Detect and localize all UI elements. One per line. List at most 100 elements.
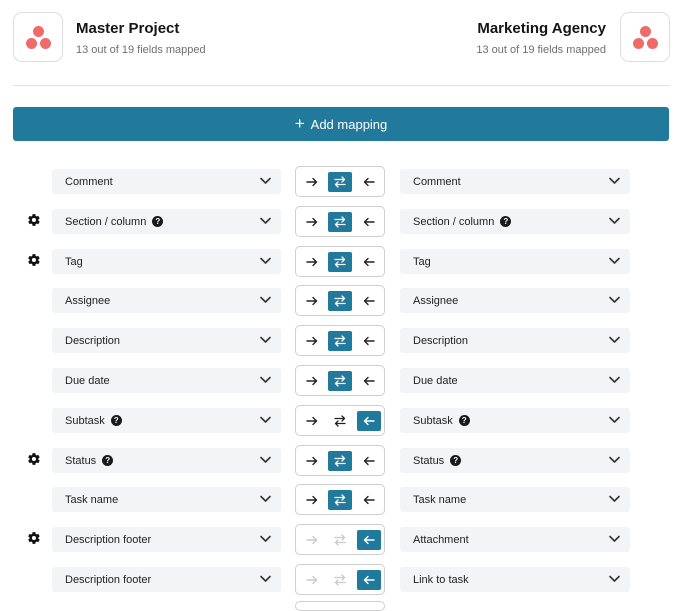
sync-left-to-right-button[interactable] [300, 212, 324, 232]
sync-direction-toggle [295, 246, 385, 277]
sync-right-to-left-button[interactable] [357, 451, 381, 471]
chevron-down-icon [609, 296, 620, 303]
source-field-select[interactable]: Tag [52, 249, 281, 274]
mapping-row: Description footer Attachment [0, 524, 683, 555]
sync-both-ways-button[interactable] [328, 252, 352, 272]
sync-left-to-right-button[interactable] [300, 411, 324, 431]
target-field-select[interactable]: Comment [400, 169, 630, 194]
source-field-select[interactable]: Status? [52, 448, 281, 473]
help-icon[interactable]: ? [102, 455, 114, 466]
target-field-select[interactable]: Status? [400, 448, 630, 473]
sync-left-to-right-button[interactable] [300, 451, 324, 471]
gear-icon[interactable] [27, 253, 41, 267]
target-field-select[interactable]: Link to task [400, 567, 630, 592]
sync-direction-toggle [295, 365, 385, 396]
target-field-select[interactable]: Task name [400, 487, 630, 512]
chevron-down-icon [609, 257, 620, 264]
source-field-label: Status [65, 454, 97, 467]
sync-both-ways-button[interactable] [328, 570, 352, 590]
target-field-label: Task name [413, 493, 467, 506]
chevron-down-icon [260, 376, 271, 383]
target-field-select[interactable]: Attachment [400, 527, 630, 552]
source-field-label: Subtask [65, 414, 105, 427]
sync-both-ways-button[interactable] [328, 411, 352, 431]
sync-both-ways-button[interactable] [328, 451, 352, 471]
add-mapping-button[interactable]: + Add mapping [13, 107, 669, 141]
sync-right-to-left-button[interactable] [357, 252, 381, 272]
sync-both-ways-button[interactable] [328, 530, 352, 550]
sync-both-ways-button[interactable] [328, 371, 352, 391]
target-field-label: Section / column [413, 215, 495, 228]
chevron-down-icon [609, 495, 620, 502]
gear-icon[interactable] [27, 213, 41, 227]
help-icon[interactable]: ? [450, 455, 462, 466]
target-project-title: Marketing Agency [477, 20, 606, 37]
source-field-select[interactable]: Subtask? [52, 408, 281, 433]
chevron-down-icon [609, 416, 620, 423]
sync-right-to-left-button[interactable] [357, 371, 381, 391]
sync-right-to-left-button[interactable] [357, 530, 381, 550]
source-field-select[interactable]: Task name [52, 487, 281, 512]
sync-both-ways-button[interactable] [328, 172, 352, 192]
sync-right-to-left-button[interactable] [357, 212, 381, 232]
target-field-select[interactable]: Due date [400, 368, 630, 393]
mapping-row: Assignee Assignee [0, 285, 683, 316]
source-field-select[interactable]: Assignee [52, 288, 281, 313]
target-field-label: Assignee [413, 294, 459, 307]
header: Master Project 13 out of 19 fields mappe… [0, 0, 683, 86]
sync-both-ways-button[interactable] [328, 490, 352, 510]
sync-right-to-left-button[interactable] [357, 570, 381, 590]
source-fields-mapped: 13 out of 19 fields mapped [76, 44, 206, 56]
sync-left-to-right-button[interactable] [300, 570, 324, 590]
chevron-down-icon [260, 177, 271, 184]
target-field-select[interactable]: Description [400, 328, 630, 353]
gear-icon[interactable] [27, 531, 41, 545]
chevron-down-icon [609, 217, 620, 224]
sync-left-to-right-button[interactable] [300, 291, 324, 311]
sync-left-to-right-button[interactable] [300, 252, 324, 272]
help-icon[interactable]: ? [500, 216, 512, 227]
source-field-select[interactable]: Due date [52, 368, 281, 393]
sync-left-to-right-button[interactable] [300, 331, 324, 351]
sync-both-ways-button[interactable] [328, 212, 352, 232]
source-field-select[interactable]: Description [52, 328, 281, 353]
source-field-select[interactable]: Description footer [52, 527, 281, 552]
target-field-select[interactable]: Section / column? [400, 209, 630, 234]
target-field-label: Due date [413, 374, 458, 387]
mapping-row: Description footer Link to task [0, 564, 683, 595]
target-field-select[interactable]: Tag [400, 249, 630, 274]
sync-both-ways-button[interactable] [328, 291, 352, 311]
sync-left-to-right-button[interactable] [300, 172, 324, 192]
source-project-title: Master Project [76, 20, 180, 37]
sync-left-to-right-button[interactable] [300, 530, 324, 550]
help-icon[interactable]: ? [458, 415, 470, 426]
sync-direction-toggle [295, 285, 385, 316]
source-field-label: Tag [65, 255, 83, 268]
target-field-select[interactable]: Assignee [400, 288, 630, 313]
sync-right-to-left-button[interactable] [357, 172, 381, 192]
sync-right-to-left-button[interactable] [357, 331, 381, 351]
sync-right-to-left-button[interactable] [357, 490, 381, 510]
sync-direction-toggle [295, 445, 385, 476]
sync-left-to-right-button[interactable] [300, 371, 324, 391]
sync-right-to-left-button[interactable] [357, 291, 381, 311]
source-field-label: Description [65, 334, 121, 347]
sync-right-to-left-button[interactable] [357, 411, 381, 431]
chevron-down-icon [260, 495, 271, 502]
add-mapping-label: Add mapping [310, 116, 388, 132]
sync-left-to-right-button[interactable] [300, 490, 324, 510]
mapping-row: Due date Due date [0, 365, 683, 396]
source-field-select[interactable]: Section / column? [52, 209, 281, 234]
target-field-select[interactable]: Subtask? [400, 408, 630, 433]
target-field-label: Description [413, 334, 469, 347]
chevron-down-icon [260, 535, 271, 542]
source-field-select[interactable]: Description footer [52, 567, 281, 592]
sync-direction-toggle [295, 564, 385, 595]
mapping-row: Task name Task name [0, 484, 683, 515]
sync-both-ways-button[interactable] [328, 331, 352, 351]
source-field-label: Description footer [65, 573, 152, 586]
source-field-select[interactable]: Comment [52, 169, 281, 194]
gear-icon[interactable] [27, 452, 41, 466]
help-icon[interactable]: ? [110, 415, 122, 426]
help-icon[interactable]: ? [152, 216, 164, 227]
